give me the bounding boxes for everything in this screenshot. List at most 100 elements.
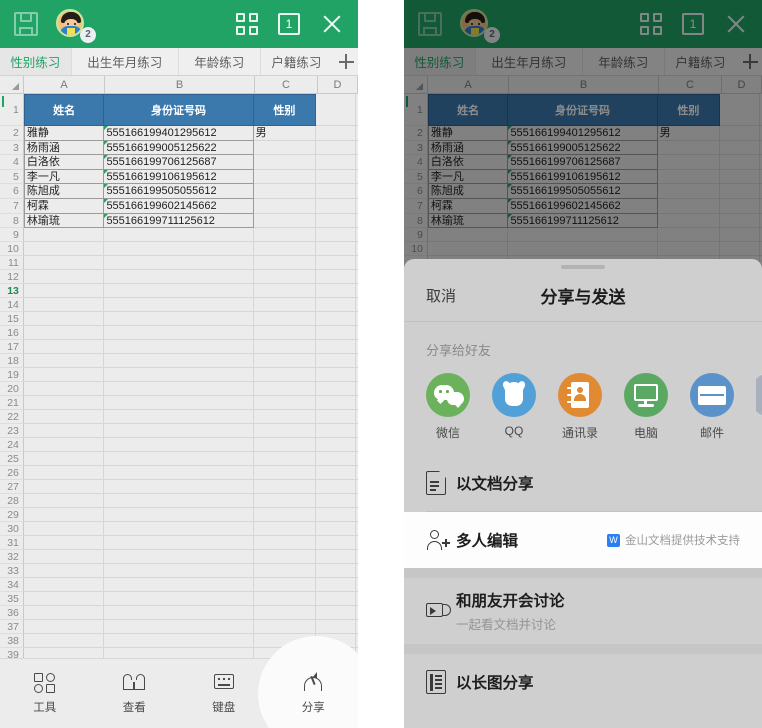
- row-header[interactable]: 10: [0, 242, 24, 257]
- cell-e[interactable]: [356, 155, 358, 170]
- select-all-corner[interactable]: [0, 76, 24, 93]
- table-row[interactable]: 36: [0, 606, 358, 621]
- cell-b[interactable]: [104, 228, 254, 243]
- cell-id[interactable]: 555166199505055612: [104, 184, 254, 199]
- cell-a[interactable]: [23, 536, 105, 551]
- cell-b[interactable]: [104, 368, 254, 383]
- table-row[interactable]: 28: [0, 494, 358, 509]
- cell-d[interactable]: [316, 298, 356, 313]
- cell-gender[interactable]: [253, 140, 317, 156]
- column-header-b[interactable]: B: [105, 76, 255, 93]
- row-header[interactable]: 29: [0, 508, 24, 523]
- cell-b[interactable]: [104, 438, 254, 453]
- cell-b[interactable]: [104, 480, 254, 495]
- cell-e[interactable]: [356, 242, 358, 257]
- close-icon[interactable]: [320, 12, 344, 36]
- cell-a[interactable]: [23, 606, 105, 621]
- row-header[interactable]: 19: [0, 368, 24, 383]
- cell-d[interactable]: [316, 198, 356, 214]
- table-row[interactable]: 35: [0, 592, 358, 607]
- cell-d[interactable]: [316, 184, 356, 199]
- row-header[interactable]: 18: [0, 354, 24, 369]
- table-row[interactable]: 25: [0, 452, 358, 467]
- cell-d1[interactable]: [316, 94, 356, 126]
- table-row[interactable]: 11: [0, 256, 358, 271]
- share-option-multi-edit[interactable]: 多人编辑 W 金山文档提供技术支持: [404, 512, 762, 568]
- cell-d[interactable]: [316, 382, 356, 397]
- cell-a[interactable]: [23, 522, 105, 537]
- cell-c[interactable]: [253, 550, 317, 565]
- cell-a[interactable]: [23, 382, 105, 397]
- row-header[interactable]: 28: [0, 494, 24, 509]
- cell-d[interactable]: [316, 396, 356, 411]
- cell-e[interactable]: [356, 312, 358, 327]
- row-header[interactable]: 14: [0, 298, 24, 313]
- cell-b[interactable]: [104, 452, 254, 467]
- cell-a[interactable]: [23, 592, 105, 607]
- table-row[interactable]: 12: [0, 270, 358, 285]
- cell-b[interactable]: [104, 354, 254, 369]
- cell-gender[interactable]: 男: [253, 126, 317, 141]
- cell-d[interactable]: [316, 578, 356, 593]
- cell-b[interactable]: [104, 494, 254, 509]
- cell-gender[interactable]: [253, 213, 317, 229]
- cell-d[interactable]: [316, 508, 356, 523]
- cell-a[interactable]: [23, 410, 105, 425]
- cell-c[interactable]: [253, 508, 317, 523]
- row-header[interactable]: 33: [0, 564, 24, 579]
- cell-b[interactable]: [104, 284, 254, 299]
- row-header[interactable]: 20: [0, 382, 24, 397]
- cell-a[interactable]: [2, 96, 105, 299]
- cell-c[interactable]: [253, 438, 317, 453]
- cell-name[interactable]: 雅静: [23, 126, 105, 141]
- cell-e[interactable]: [356, 466, 358, 481]
- sheet-tab-0[interactable]: 性别练习: [0, 48, 72, 75]
- cell-d[interactable]: [316, 480, 356, 495]
- table-row[interactable]: 4 白洛依 555166199706125687: [0, 155, 358, 170]
- cell-c[interactable]: [253, 368, 317, 383]
- cell-e[interactable]: [356, 564, 358, 579]
- avatar[interactable]: 2: [56, 9, 96, 43]
- cell-c[interactable]: [253, 340, 317, 355]
- cell-a[interactable]: [23, 396, 105, 411]
- cell-gender[interactable]: [253, 155, 317, 170]
- cell-c[interactable]: [253, 284, 317, 299]
- share-option-meeting[interactable]: 和朋友开会讨论 一起看文档并讨论: [404, 578, 762, 644]
- cell-d[interactable]: [316, 155, 356, 170]
- cell-d[interactable]: [316, 438, 356, 453]
- cell-e[interactable]: [356, 368, 358, 383]
- cell-e[interactable]: [356, 396, 358, 411]
- cell-a[interactable]: [23, 354, 105, 369]
- cell-e[interactable]: [356, 284, 358, 299]
- toolbar-item-view[interactable]: 查看: [90, 672, 180, 715]
- cell-c[interactable]: [253, 242, 317, 257]
- row-header[interactable]: 12: [0, 270, 24, 285]
- share-app-more[interactable]: 更: [756, 373, 762, 441]
- cell-id[interactable]: 555166199005125622: [104, 140, 254, 156]
- share-app-wechat[interactable]: 微信: [426, 373, 470, 441]
- cell-d[interactable]: [316, 536, 356, 551]
- cell-d[interactable]: [316, 494, 356, 509]
- sheet-tab-3[interactable]: 户籍练习: [261, 48, 333, 75]
- cell-c[interactable]: [253, 452, 317, 467]
- cell-c[interactable]: [253, 410, 317, 425]
- cell-e[interactable]: [356, 424, 358, 439]
- save-icon[interactable]: [14, 12, 38, 36]
- cell-c1[interactable]: 性别: [253, 94, 317, 126]
- cell-e[interactable]: [356, 494, 358, 509]
- cell-c[interactable]: [253, 312, 317, 327]
- cell-id[interactable]: 555166199711125612: [104, 213, 254, 229]
- cell-e[interactable]: [356, 354, 358, 369]
- cell-name[interactable]: 杨雨涵: [23, 140, 105, 156]
- cell-d[interactable]: [316, 270, 356, 285]
- cell-e[interactable]: [356, 169, 358, 185]
- grid-view-icon[interactable]: [236, 13, 258, 35]
- toolbar-item-keyboard[interactable]: 键盘: [179, 672, 269, 715]
- cell-b[interactable]: [104, 242, 254, 257]
- cell-b[interactable]: [104, 396, 254, 411]
- cell-a[interactable]: [23, 270, 105, 285]
- row-header[interactable]: 4: [0, 155, 24, 170]
- table-row[interactable]: 23: [0, 424, 358, 439]
- table-row[interactable]: 31: [0, 536, 358, 551]
- cell-b[interactable]: [104, 536, 254, 551]
